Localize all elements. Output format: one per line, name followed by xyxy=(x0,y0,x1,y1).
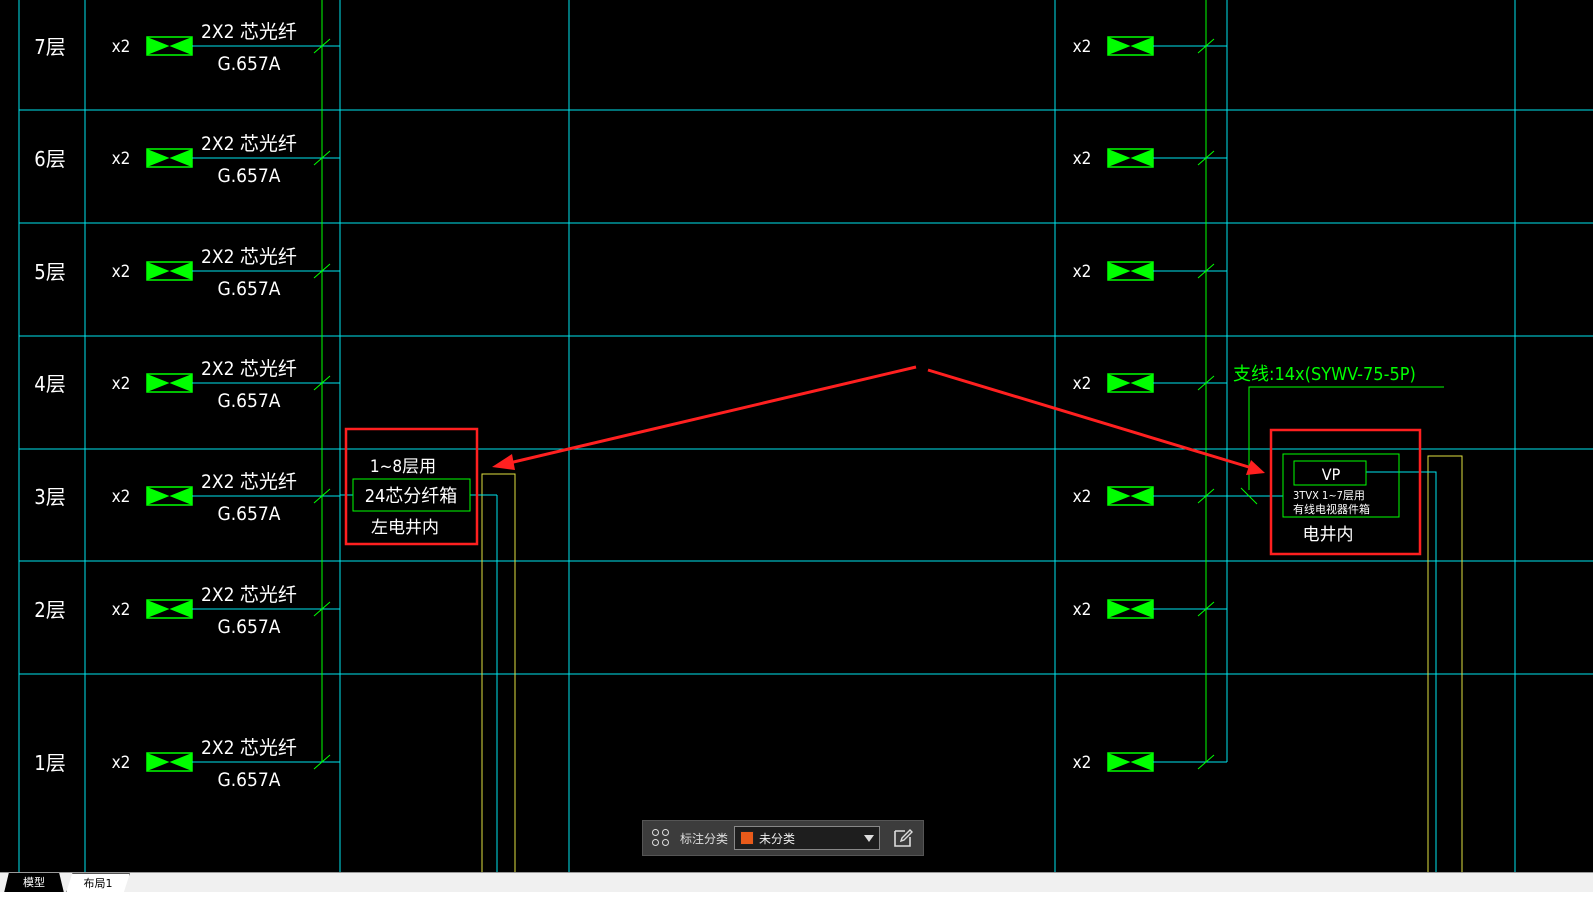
fiber-box-line2: 24芯分纤箱 xyxy=(365,486,458,507)
floor-quantity: x2 xyxy=(112,753,131,773)
selected-category: 未分类 xyxy=(759,831,796,846)
floor-quantity: x2 xyxy=(1073,753,1092,773)
floor-row-right[interactable]: x2 xyxy=(1073,373,1227,394)
feeder-lines xyxy=(481,473,516,872)
floor-quantity: x2 xyxy=(112,487,131,507)
floor-row-right[interactable]: x2 xyxy=(1073,261,1227,282)
floor-label: 1层 xyxy=(34,751,65,775)
floor-row-left[interactable]: 2层 x2 2X2 芯光纤 G.657A xyxy=(34,584,340,638)
edit-icon[interactable] xyxy=(892,827,914,849)
riser-lines xyxy=(321,0,1463,872)
status-strip xyxy=(0,892,1593,906)
catv-box-line2: 有线电视器件箱 xyxy=(1293,502,1370,516)
cable-model: G.657A xyxy=(218,503,281,525)
floor-label: 5层 xyxy=(34,260,65,284)
fiber-distribution-box[interactable]: 1~8层用 24芯分纤箱 左电井内 xyxy=(344,427,479,546)
floor-quantity: x2 xyxy=(1073,600,1092,620)
cable-model: G.657A xyxy=(218,165,281,187)
floor-row-left[interactable]: 7层 x2 2X2 芯光纤 G.657A xyxy=(34,21,340,75)
cable-spec: 2X2 芯光纤 xyxy=(201,737,297,759)
cable-spec: 2X2 芯光纤 xyxy=(201,358,297,380)
floor-quantity: x2 xyxy=(1073,37,1092,57)
catv-box-line1: 3TVX 1~7层用 xyxy=(1293,489,1365,502)
floor-row-left[interactable]: 3层 x2 2X2 芯光纤 G.657A xyxy=(34,471,340,525)
cable-spec: 2X2 芯光纤 xyxy=(201,471,297,493)
floor-row-right[interactable]: x2 xyxy=(1073,148,1227,169)
floor-row-left[interactable]: 5层 x2 2X2 芯光纤 G.657A xyxy=(34,246,340,300)
cable-spec: 2X2 芯光纤 xyxy=(201,21,297,43)
floor-label: 3层 xyxy=(34,485,65,509)
arrow-left-head xyxy=(492,454,515,470)
floor-quantity: x2 xyxy=(112,600,131,620)
floor-quantity: x2 xyxy=(1073,374,1092,394)
annotation-category-label: 标注分类 xyxy=(680,831,729,846)
cable-model: G.657A xyxy=(218,616,281,638)
cable-model: G.657A xyxy=(218,390,281,412)
floor-quantity: x2 xyxy=(112,262,131,282)
cad-drawing-canvas[interactable]: 7层 x2 2X2 芯光纤 G.657A 6层 x2 2X2 芯光纤 G.657A 5层 x2 2X… xyxy=(0,0,1593,890)
floor-label: 4层 xyxy=(34,372,65,396)
layout-tab-strip: 模型 布局1 xyxy=(0,872,1593,893)
floor-row-left[interactable]: 4层 x2 2X2 芯光纤 G.657A xyxy=(34,358,340,412)
floor-quantity: x2 xyxy=(112,374,131,394)
categories-icon[interactable] xyxy=(650,827,672,849)
floor-quantity: x2 xyxy=(1073,149,1092,169)
floor-quantity: x2 xyxy=(1073,487,1092,507)
cable-model: G.657A xyxy=(218,769,281,791)
cable-model: G.657A xyxy=(218,53,281,75)
floor-row-right[interactable]: x2 xyxy=(1073,486,1227,507)
annotation-category-select[interactable]: 未分类 xyxy=(734,826,881,850)
floor-label: 6层 xyxy=(34,147,65,171)
chevron-down-icon xyxy=(864,835,875,842)
floor-label: 2层 xyxy=(34,598,65,622)
floor-quantity: x2 xyxy=(112,37,131,57)
cable-spec: 2X2 芯光纤 xyxy=(201,246,297,268)
category-color-swatch xyxy=(740,831,755,845)
left-floor-column: 7层 x2 2X2 芯光纤 G.657A 6层 x2 2X2 芯光纤 G.657A 5层 x2 2X… xyxy=(34,21,353,791)
tab-model[interactable]: 模型 xyxy=(4,873,64,893)
catv-box-line3: 电井内 xyxy=(1303,525,1354,545)
floor-label: 7层 xyxy=(34,35,65,59)
floor-quantity: x2 xyxy=(112,149,131,169)
annotation-toolbar: 标注分类 未分类 xyxy=(642,820,924,856)
feeder-lines xyxy=(1427,455,1463,872)
fiber-box-line3: 左电井内 xyxy=(371,518,439,538)
cable-model: G.657A xyxy=(218,278,281,300)
floor-row-right[interactable]: x2 xyxy=(1073,752,1227,773)
floor-row-right[interactable]: x2 xyxy=(1073,36,1227,57)
floor-row-left[interactable]: 1层 x2 2X2 芯光纤 G.657A xyxy=(34,737,340,791)
tab-layout1[interactable]: 布局1 xyxy=(66,873,130,893)
floor-row-right[interactable]: x2 xyxy=(1073,599,1227,620)
right-floor-column: x2 x2 x2 x2 x2 x2 x2 xyxy=(1073,36,1227,773)
floor-row-left[interactable]: 6层 x2 2X2 芯光纤 G.657A xyxy=(34,133,340,187)
cable-spec: 2X2 芯光纤 xyxy=(201,584,297,606)
floor-quantity: x2 xyxy=(1073,262,1092,282)
fiber-box-line1: 1~8层用 xyxy=(370,457,436,477)
branch-label-text: 支线:14x(SYWV-75-5P) xyxy=(1233,364,1416,385)
cable-spec: 2X2 芯光纤 xyxy=(201,133,297,155)
vp-tag: VP xyxy=(1322,465,1341,484)
